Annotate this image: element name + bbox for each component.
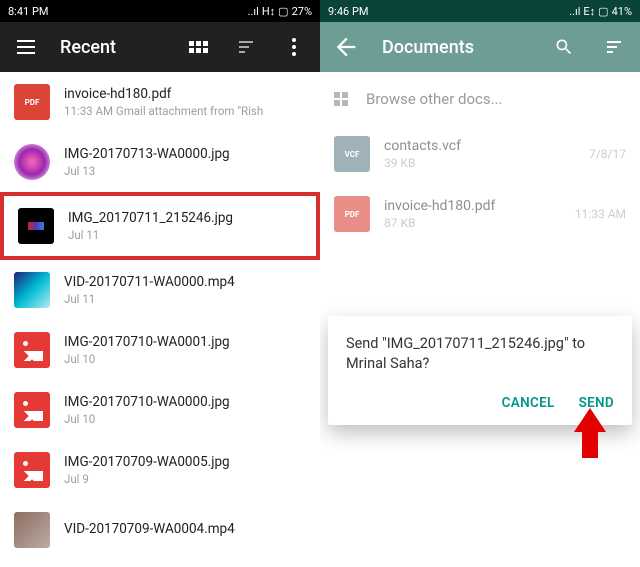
file-row[interactable]: PDF invoice-hd180.pdf 11:33 AM Gmail att… bbox=[0, 72, 320, 132]
document-row[interactable]: PDF invoice-hd180.pdf 87 KB 11:33 AM bbox=[320, 186, 640, 246]
sort-icon bbox=[239, 41, 253, 53]
back-arrow-icon bbox=[332, 33, 360, 61]
file-thumbnail-icon bbox=[18, 208, 54, 244]
dialog-message: Send "IMG_20170711_215246.jpg" to Mrinal… bbox=[346, 334, 614, 375]
document-name: contacts.vcf bbox=[384, 138, 575, 154]
file-meta: Jul 13 bbox=[64, 164, 306, 178]
file-row[interactable]: IMG-20170710-WA0001.jpg Jul 10 bbox=[0, 320, 320, 380]
file-thumbnail-icon bbox=[14, 332, 50, 368]
clock: 9:46 PM bbox=[328, 5, 368, 18]
file-name: IMG-20170710-WA0000.jpg bbox=[64, 394, 306, 410]
sort-button[interactable] bbox=[600, 33, 628, 61]
clock: 8:41 PM bbox=[8, 5, 48, 18]
document-date: 11:33 AM bbox=[575, 207, 626, 221]
cancel-button[interactable]: CANCEL bbox=[502, 395, 555, 411]
documents-body: Browse other docs... VCF contacts.vcf 39… bbox=[320, 72, 640, 567]
file-meta: Jul 9 bbox=[64, 472, 306, 486]
file-meta: Jul 11 bbox=[64, 292, 306, 306]
hamburger-menu-button[interactable] bbox=[12, 33, 40, 61]
file-row[interactable]: VID-20170711-WA0000.mp4 Jul 11 bbox=[0, 260, 320, 320]
file-thumbnail-icon: PDF bbox=[14, 84, 50, 120]
battery-icon: ▢ bbox=[278, 5, 288, 18]
hamburger-icon bbox=[17, 40, 35, 54]
file-meta: Jul 10 bbox=[64, 412, 306, 426]
document-size: 87 KB bbox=[384, 216, 561, 230]
file-meta: 11:33 AM Gmail attachment from "Rish bbox=[64, 104, 306, 118]
file-picker-screen: 8:41 PM ..ıl H↕ ▢ 27% Recent PDF bbox=[0, 0, 320, 567]
grid-view-icon bbox=[189, 41, 208, 53]
back-button[interactable] bbox=[332, 33, 360, 61]
send-confirmation-dialog: Send "IMG_20170711_215246.jpg" to Mrinal… bbox=[328, 316, 632, 425]
document-size: 39 KB bbox=[384, 156, 575, 170]
file-name: invoice-hd180.pdf bbox=[64, 86, 306, 102]
page-title: Recent bbox=[60, 37, 164, 58]
file-name: VID-20170709-WA0004.mp4 bbox=[64, 521, 306, 537]
file-row[interactable]: VID-20170709-WA0004.mp4 bbox=[0, 500, 320, 560]
file-list[interactable]: PDF invoice-hd180.pdf 11:33 AM Gmail att… bbox=[0, 72, 320, 567]
file-name: VID-20170711-WA0000.mp4 bbox=[64, 274, 306, 290]
file-name: IMG_20170711_215246.jpg bbox=[68, 210, 302, 226]
whatsapp-documents-screen: 9:46 PM ..ıl E↕ ▢ 41% Documents bbox=[320, 0, 640, 567]
battery-percent: 27% bbox=[292, 5, 312, 18]
app-bar: Documents bbox=[320, 22, 640, 72]
search-button[interactable] bbox=[550, 33, 578, 61]
file-name: IMG-20170710-WA0001.jpg bbox=[64, 334, 306, 350]
network-type-icon: E↕ bbox=[583, 5, 595, 18]
send-button[interactable]: SEND bbox=[579, 395, 614, 411]
document-thumbnail-icon: PDF bbox=[334, 196, 370, 232]
app-bar: Recent bbox=[0, 22, 320, 72]
file-thumbnail-icon bbox=[14, 144, 50, 180]
file-row[interactable]: IMG-20170713-WA0000.jpg Jul 13 bbox=[0, 132, 320, 192]
view-toggle-button[interactable] bbox=[184, 33, 212, 61]
browse-label: Browse other docs... bbox=[366, 90, 502, 108]
file-name: IMG-20170709-WA0005.jpg bbox=[64, 454, 306, 470]
battery-icon: ▢ bbox=[598, 5, 608, 18]
sort-button[interactable] bbox=[232, 33, 260, 61]
status-bar: 8:41 PM ..ıl H↕ ▢ 27% bbox=[0, 0, 320, 22]
page-title: Documents bbox=[382, 37, 528, 58]
document-thumbnail-icon: VCF bbox=[334, 136, 370, 172]
signal-icon: ..ıl bbox=[248, 5, 259, 18]
battery-percent: 41% bbox=[612, 5, 632, 18]
file-meta: Jul 11 bbox=[68, 228, 302, 242]
document-name: invoice-hd180.pdf bbox=[384, 198, 561, 214]
file-row[interactable]: IMG-20170709-WA0005.jpg Jul 9 bbox=[0, 440, 320, 500]
file-thumbnail-icon bbox=[14, 452, 50, 488]
file-meta: Jul 10 bbox=[64, 352, 306, 366]
sort-icon bbox=[607, 41, 621, 53]
search-icon bbox=[554, 37, 574, 57]
file-name: IMG-20170713-WA0000.jpg bbox=[64, 146, 306, 162]
browse-grid-icon bbox=[334, 92, 348, 106]
overflow-menu-button[interactable] bbox=[280, 33, 308, 61]
status-bar: 9:46 PM ..ıl E↕ ▢ 41% bbox=[320, 0, 640, 22]
file-row[interactable]: IMG_20170711_215246.jpg Jul 11 bbox=[0, 192, 320, 260]
file-thumbnail-icon bbox=[14, 272, 50, 308]
network-type-icon: H↕ bbox=[262, 5, 275, 18]
more-vert-icon bbox=[292, 38, 296, 56]
file-thumbnail-icon bbox=[14, 392, 50, 428]
browse-other-docs-row[interactable]: Browse other docs... bbox=[320, 72, 640, 126]
file-row[interactable]: IMG-20170710-WA0000.jpg Jul 10 bbox=[0, 380, 320, 440]
document-row[interactable]: VCF contacts.vcf 39 KB 7/8/17 bbox=[320, 126, 640, 186]
document-date: 7/8/17 bbox=[589, 147, 626, 161]
file-thumbnail-icon bbox=[14, 512, 50, 548]
signal-icon: ..ıl bbox=[569, 5, 580, 18]
